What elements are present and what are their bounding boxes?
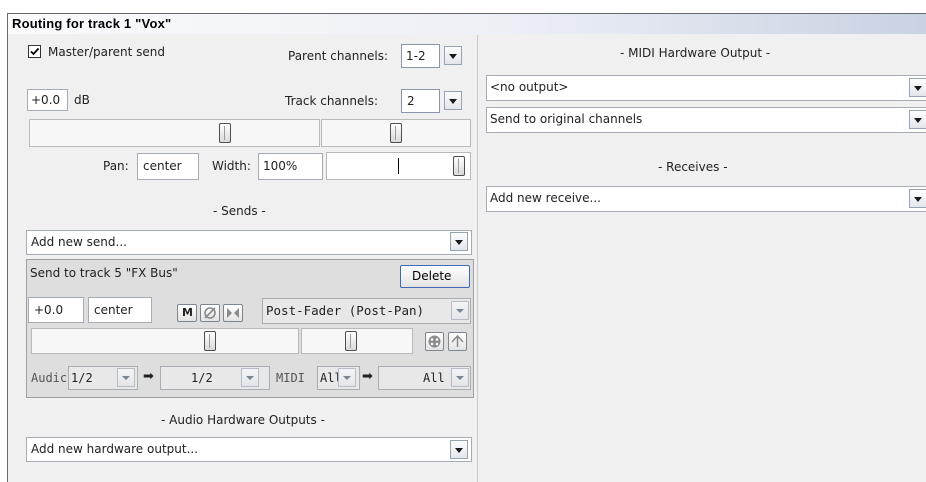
send-phase-button[interactable] [200,304,220,322]
add-send-placeholder: Add new send... [31,235,127,249]
window-title: Routing for track 1 "Vox" [12,16,172,31]
midi-channel-dropdown-icon[interactable] [909,110,926,129]
track-pan-thumb[interactable] [390,123,402,143]
send-volume-slider[interactable] [31,328,299,354]
audio-hw-section-label: - Audio Hardware Outputs - [161,413,325,427]
receives-section-label: - Receives - [658,160,728,174]
send-midi-dst-value: All [423,371,445,385]
send-volume-thumb[interactable] [204,331,216,351]
send-audio-dst-value: 1/2 [191,371,213,385]
track-volume-slider[interactable] [29,119,320,147]
sends-section-label: - Sends - [213,204,266,218]
routing-matrix-icon [428,335,441,348]
send-audio-label: Audic [31,371,68,385]
track-channels-value: 2 [407,94,415,108]
parent-channels-label: Parent channels: [288,49,389,63]
send-envelope-button[interactable] [448,332,467,351]
volume-unit-label: dB [74,93,90,107]
pan-value: center [143,159,182,173]
send-audio-src-dropdown-icon[interactable] [117,368,135,387]
add-send-dropdown-icon[interactable] [450,232,468,251]
track-volume-value: +0.0 [31,93,61,107]
send-audio-arrow: ➡ [143,369,154,384]
delete-send-label: Delete [412,269,452,283]
column-divider [477,35,478,482]
send-pan-slider[interactable] [301,328,413,354]
master-send-label: Master/parent send [48,45,166,59]
send-title: Send to track 5 "FX Bus" [30,266,178,280]
phase-invert-icon [204,307,216,319]
add-hw-output-dropdown-icon[interactable] [450,440,468,459]
checkmark-icon [30,47,40,56]
width-thumb[interactable] [453,156,465,176]
send-mute-label: M [182,306,193,319]
send-mode-value: Post-Fader (Post-Pan) [266,303,425,318]
midi-output-dropdown-icon[interactable] [909,78,926,97]
midi-hw-section-label: - MIDI Hardware Output - [620,46,771,60]
width-center-marker [398,158,399,174]
track-channels-label: Track channels: [285,94,378,108]
midi-output-value: <no output> [490,80,569,94]
add-hw-output-placeholder: Add new hardware output... [31,442,199,456]
send-pan-value: center [94,303,133,317]
send-mono-button[interactable] [223,304,243,322]
add-receive-dropdown-icon[interactable] [909,189,926,208]
send-pan-thumb[interactable] [345,331,357,351]
add-receive-placeholder: Add new receive... [490,191,601,205]
width-label: Width: [212,159,251,173]
send-audio-src-value: 1/2 [71,371,93,385]
track-volume-thumb[interactable] [219,123,231,143]
send-volume-value: +0.0 [34,303,64,317]
width-value: 100% [263,159,298,173]
send-midi-dst-dropdown-icon[interactable] [451,368,469,387]
pan-label: Pan: [103,159,129,173]
send-midi-label: MIDI [276,371,305,385]
master-send-checkbox[interactable] [28,45,41,58]
mono-stereo-icon [227,308,239,318]
send-mode-dropdown-icon[interactable] [451,301,469,320]
parent-channels-value: 1-2 [406,49,426,63]
send-audio-dst-dropdown-icon[interactable] [241,368,259,387]
send-midi-src-dropdown-icon[interactable] [338,368,356,387]
send-routing-button[interactable] [425,332,444,351]
send-midi-arrow: ➡ [362,369,373,384]
send-envelope-icon [451,334,464,347]
midi-channel-value: Send to original channels [490,112,643,126]
track-channels-dropdown-icon[interactable] [444,91,462,110]
parent-channels-dropdown-icon[interactable] [444,46,462,65]
